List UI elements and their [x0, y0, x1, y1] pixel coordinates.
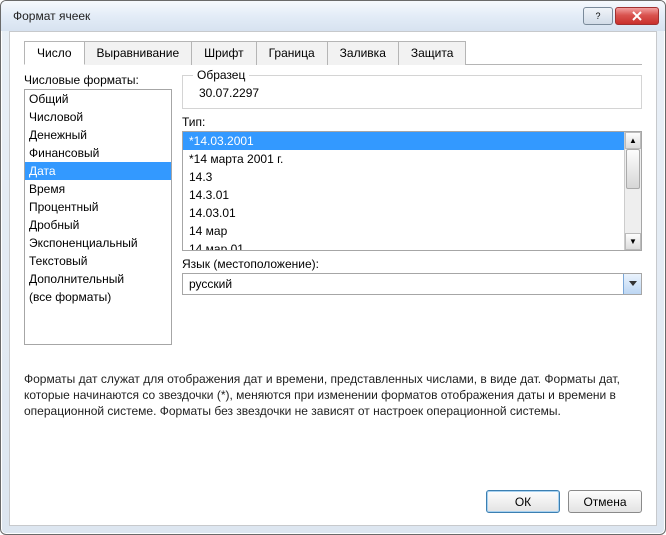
- tab-fill[interactable]: Заливка: [327, 41, 399, 65]
- window-buttons: ?: [583, 7, 659, 25]
- type-item[interactable]: *14 марта 2001 г.: [183, 150, 624, 168]
- category-item[interactable]: Время: [25, 180, 171, 198]
- type-items: *14.03.2001*14 марта 2001 г.14.314.3.011…: [183, 132, 624, 250]
- chevron-down-icon: [629, 281, 637, 287]
- titlebar[interactable]: Формат ячеек ?: [1, 1, 665, 31]
- locale-label: Язык (местоположение):: [182, 257, 642, 271]
- close-button[interactable]: [615, 7, 659, 25]
- body-row: Числовые форматы: ОбщийЧисловойДенежныйФ…: [24, 73, 642, 345]
- type-item[interactable]: 14 мар 01: [183, 240, 624, 250]
- type-item[interactable]: 14.03.01: [183, 204, 624, 222]
- category-item[interactable]: (все форматы): [25, 288, 171, 306]
- category-item[interactable]: Дополнительный: [25, 270, 171, 288]
- category-item[interactable]: Числовой: [25, 108, 171, 126]
- scroll-thumb[interactable]: [626, 149, 640, 189]
- category-item[interactable]: Текстовый: [25, 252, 171, 270]
- dialog-buttons: ОК Отмена: [24, 480, 642, 513]
- cancel-button[interactable]: Отмена: [568, 490, 642, 513]
- sample-group: Образец 30.07.2297: [182, 75, 642, 109]
- locale-value: русский: [183, 274, 623, 294]
- type-label: Тип:: [182, 115, 642, 129]
- type-item[interactable]: 14.3: [183, 168, 624, 186]
- tab-bar: Число Выравнивание Шрифт Граница Заливка…: [24, 40, 642, 65]
- detail-column: Образец 30.07.2297 Тип: *14.03.2001*14 м…: [182, 73, 642, 345]
- category-item[interactable]: Финансовый: [25, 144, 171, 162]
- type-listbox[interactable]: *14.03.2001*14 марта 2001 г.14.314.3.011…: [182, 131, 642, 251]
- category-item[interactable]: Экспоненциальный: [25, 234, 171, 252]
- category-item[interactable]: Общий: [25, 90, 171, 108]
- type-item[interactable]: 14 мар: [183, 222, 624, 240]
- type-item[interactable]: *14.03.2001: [183, 132, 624, 150]
- dialog-window: Формат ячеек ? Число Выравнивание Шрифт …: [0, 0, 666, 535]
- type-scrollbar[interactable]: ▲ ▼: [624, 132, 641, 250]
- category-item[interactable]: Дата: [25, 162, 171, 180]
- category-listbox[interactable]: ОбщийЧисловойДенежныйФинансовыйДатаВремя…: [24, 89, 172, 345]
- category-column: Числовые форматы: ОбщийЧисловойДенежныйФ…: [24, 73, 172, 345]
- close-icon: [632, 11, 642, 21]
- category-item[interactable]: Дробный: [25, 216, 171, 234]
- ok-button[interactable]: ОК: [486, 490, 560, 513]
- tab-border[interactable]: Граница: [256, 41, 328, 65]
- help-button[interactable]: ?: [583, 7, 613, 25]
- dialog-content: Число Выравнивание Шрифт Граница Заливка…: [9, 31, 657, 526]
- category-item[interactable]: Процентный: [25, 198, 171, 216]
- locale-dropdown-button[interactable]: [623, 274, 641, 294]
- tab-font[interactable]: Шрифт: [191, 41, 256, 65]
- tab-number[interactable]: Число: [24, 41, 85, 65]
- sample-label: Образец: [193, 68, 249, 82]
- locale-combobox[interactable]: русский: [182, 273, 642, 295]
- scroll-track[interactable]: [625, 149, 641, 233]
- category-item[interactable]: Денежный: [25, 126, 171, 144]
- type-item[interactable]: 14.3.01: [183, 186, 624, 204]
- category-label: Числовые форматы:: [24, 73, 172, 87]
- tab-alignment[interactable]: Выравнивание: [84, 41, 193, 65]
- scroll-down-button[interactable]: ▼: [625, 233, 641, 250]
- window-title: Формат ячеек: [13, 9, 583, 23]
- tab-protection[interactable]: Защита: [398, 41, 467, 65]
- sample-value: 30.07.2297: [193, 86, 631, 100]
- scroll-up-button[interactable]: ▲: [625, 132, 641, 149]
- format-description: Форматы дат служат для отображения дат и…: [24, 371, 642, 419]
